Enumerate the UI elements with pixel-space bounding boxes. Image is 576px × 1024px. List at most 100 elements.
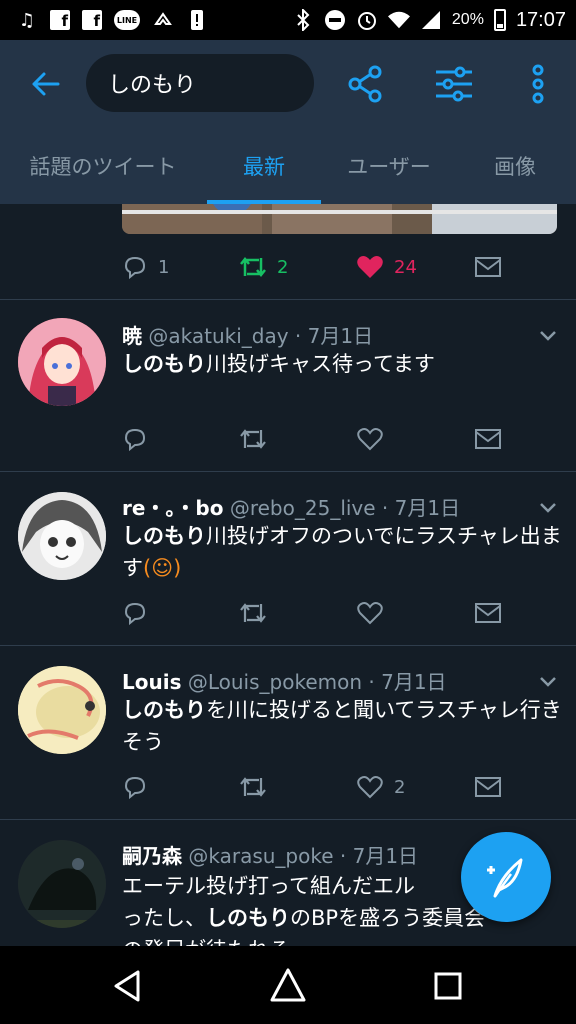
like-button[interactable] — [356, 424, 384, 454]
search-input[interactable]: しのもり — [86, 54, 314, 112]
like-button[interactable] — [356, 598, 384, 628]
reply-icon — [124, 428, 146, 452]
dm-button[interactable] — [474, 598, 502, 628]
tweet-header: Louis @Louis_pokemon · 7月1日 — [122, 666, 447, 695]
tweet-text-part: のBPを盛ろう委員会 — [290, 906, 486, 930]
compose-feather-icon — [487, 858, 523, 898]
envelope-icon — [475, 603, 501, 623]
tweet-text: しのもりを川に投げると聞いてラスチャレ行きそう — [122, 694, 562, 758]
tweet-actions: 2 — [122, 772, 542, 802]
tweet-actions — [122, 424, 542, 454]
battery-icon — [493, 9, 506, 31]
handle-date: @karasu_poke · 7月1日 — [188, 844, 419, 868]
tweet-media-image[interactable] — [122, 204, 557, 234]
display-name[interactable]: re・。・bo — [122, 496, 223, 520]
search-highlight: しのもり — [206, 906, 290, 930]
reply-button[interactable] — [122, 424, 148, 454]
signal-icon — [420, 9, 442, 31]
handle-date: @akatuki_day · 7月1日 — [148, 324, 374, 348]
dm-button[interactable] — [474, 252, 502, 282]
envelope-icon — [475, 777, 501, 797]
tab-latest[interactable]: 最新 — [207, 128, 321, 204]
tweet-header: 暁 @akatuki_day · 7月1日 — [122, 320, 373, 349]
recent-apps-icon[interactable] — [428, 966, 468, 1006]
chevron-down-icon[interactable] — [538, 672, 558, 692]
heart-filled-icon — [357, 256, 383, 278]
display-name[interactable]: 暁 — [122, 324, 142, 348]
retweet-icon — [240, 256, 266, 278]
chevron-down-icon[interactable] — [538, 326, 558, 346]
avatar[interactable] — [18, 492, 106, 580]
music-note-icon: ♫ — [18, 9, 36, 31]
do-not-disturb-icon — [324, 9, 346, 31]
search-highlight: しのもり — [122, 698, 206, 722]
avatar[interactable] — [18, 666, 106, 754]
retweet-button[interactable] — [239, 424, 267, 454]
envelope-icon — [475, 257, 501, 277]
reply-icon — [124, 602, 146, 626]
more-options-icon[interactable] — [518, 64, 558, 104]
system-navigation-bar — [0, 946, 576, 1024]
retweet-icon — [240, 777, 266, 797]
retweet-count: 2 — [277, 256, 289, 278]
heart-icon — [357, 602, 383, 625]
smile-emoji-icon: (☺) — [143, 556, 182, 580]
retweet-icon — [240, 429, 266, 449]
filter-settings-icon[interactable] — [434, 64, 474, 104]
like-button[interactable]: 2 — [356, 772, 405, 802]
tweet-header: re・。・bo @rebo_25_live · 7月1日 — [122, 492, 460, 521]
tweet-item[interactable]: 暁 @akatuki_day · 7月1日 しのもり川投げキャス待ってます — [0, 300, 576, 472]
heart-icon — [357, 428, 383, 451]
tab-images[interactable]: 画像 — [470, 128, 560, 204]
tweet-actions — [122, 598, 542, 628]
tweet-item[interactable]: 1 2 24 — [0, 204, 576, 300]
home-icon[interactable] — [268, 966, 308, 1006]
reply-icon — [124, 256, 146, 280]
retweet-icon — [240, 603, 266, 623]
retweet-button[interactable]: 2 — [239, 252, 288, 282]
reply-button[interactable] — [122, 598, 148, 628]
like-count: 24 — [394, 256, 417, 278]
chevron-down-icon[interactable] — [538, 498, 558, 518]
game-controller-icon — [152, 9, 174, 31]
wifi-icon — [387, 9, 410, 31]
display-name[interactable]: 嗣乃森 — [122, 844, 182, 868]
handle-date: @Louis_pokemon · 7月1日 — [187, 670, 447, 694]
tweet-text: しのもり川投げキャス待ってます — [122, 348, 562, 380]
reply-button[interactable]: 1 — [122, 252, 169, 282]
status-bar: ♫ f f LINE 20% 17:07 — [0, 0, 576, 40]
clock: 17:07 — [515, 8, 566, 31]
tweet-header: 嗣乃森 @karasu_poke · 7月1日 — [122, 840, 418, 869]
alert-icon — [186, 9, 208, 31]
dm-button[interactable] — [474, 424, 502, 454]
like-button[interactable]: 24 — [356, 252, 417, 282]
tweet-text-part: ったし、 — [122, 906, 206, 930]
tweet-actions: 1 2 24 — [122, 252, 542, 282]
avatar[interactable] — [18, 318, 106, 406]
display-name[interactable]: Louis — [122, 670, 181, 694]
reply-button[interactable] — [122, 772, 148, 802]
back-triangle-icon[interactable] — [108, 966, 148, 1006]
tweet-text-rest: 川投げキャス待ってます — [206, 352, 435, 376]
heart-icon — [357, 776, 383, 799]
back-arrow-icon[interactable] — [28, 66, 64, 102]
search-highlight: しのもり — [122, 524, 206, 548]
tab-top-tweets[interactable]: 話題のツイート — [8, 128, 198, 204]
tab-users[interactable]: ユーザー — [330, 128, 448, 204]
retweet-button[interactable] — [239, 772, 267, 802]
retweet-button[interactable] — [239, 598, 267, 628]
tweet-text-line: の発足が待たれる — [122, 934, 562, 946]
compose-tweet-button[interactable] — [461, 832, 551, 922]
tweet-item[interactable]: Louis @Louis_pokemon · 7月1日 しのもりを川に投げると聞… — [0, 646, 576, 820]
reply-icon — [124, 776, 146, 800]
bluetooth-icon — [292, 9, 314, 31]
alarm-icon — [356, 9, 378, 31]
search-header: しのもり — [0, 40, 576, 128]
share-icon[interactable] — [345, 64, 385, 104]
dm-button[interactable] — [474, 772, 502, 802]
search-tabs: 話題のツイート 最新 ユーザー 画像 — [0, 128, 576, 204]
tweet-item[interactable]: re・。・bo @rebo_25_live · 7月1日 しのもり川投げオフのつ… — [0, 472, 576, 646]
facebook-icon: f — [50, 10, 70, 30]
avatar[interactable] — [18, 840, 106, 928]
search-highlight: しのもり — [122, 352, 206, 376]
